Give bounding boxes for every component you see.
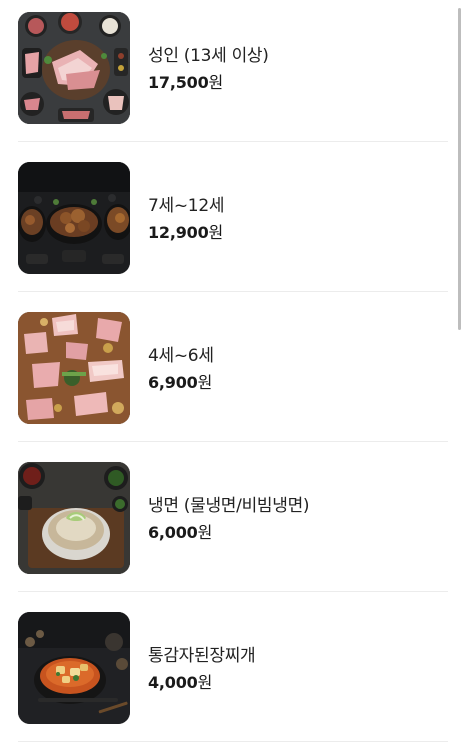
menu-item-price: 6,000원 [148,522,212,544]
grilled-pork-platter-icon [18,12,130,124]
cold-noodle-bowl-icon [18,462,130,574]
menu-item-adult[interactable]: 성인 (13세 이상) 17,500원 [18,0,448,142]
price-unit: 원 [197,673,213,692]
menu-item-name: 성인 (13세 이상) [148,46,269,66]
price-unit: 원 [208,73,224,92]
price-amount: 4,000 [148,673,198,692]
menu-item-child-7-12[interactable]: 7세~12세 12,900원 [18,142,448,292]
price-amount: 6,000 [148,523,198,542]
menu-list: 성인 (13세 이상) 17,500원 7세~12세 12,900원 4세~6세… [0,0,466,742]
menu-item-price: 4,000원 [148,672,212,694]
menu-item-child-4-6[interactable]: 4세~6세 6,900원 [18,292,448,442]
price-unit: 원 [197,373,213,392]
price-unit: 원 [197,523,213,542]
pork-belly-spread-icon [18,312,130,424]
menu-item-name: 통감자된장찌개 [148,646,256,666]
menu-item-naengmyeon[interactable]: 냉면 (물냉면/비빔냉면) 6,000원 [18,442,448,592]
price-amount: 12,900 [148,223,209,242]
menu-item-price: 12,900원 [148,222,223,244]
price-amount: 6,900 [148,373,198,392]
menu-item-name: 4세~6세 [148,346,214,366]
scrollbar[interactable] [458,8,461,330]
grilled-meat-table-icon [18,162,130,274]
menu-item-name: 냉면 (물냉면/비빔냉면) [148,496,310,516]
price-amount: 17,500 [148,73,209,92]
menu-item-name: 7세~12세 [148,196,225,216]
price-unit: 원 [208,223,224,242]
menu-item-price: 6,900원 [148,372,212,394]
menu-item-price: 17,500원 [148,72,223,94]
soybean-stew-icon [18,612,130,724]
menu-item-doenjang-jjigae[interactable]: 통감자된장찌개 4,000원 [18,592,448,742]
